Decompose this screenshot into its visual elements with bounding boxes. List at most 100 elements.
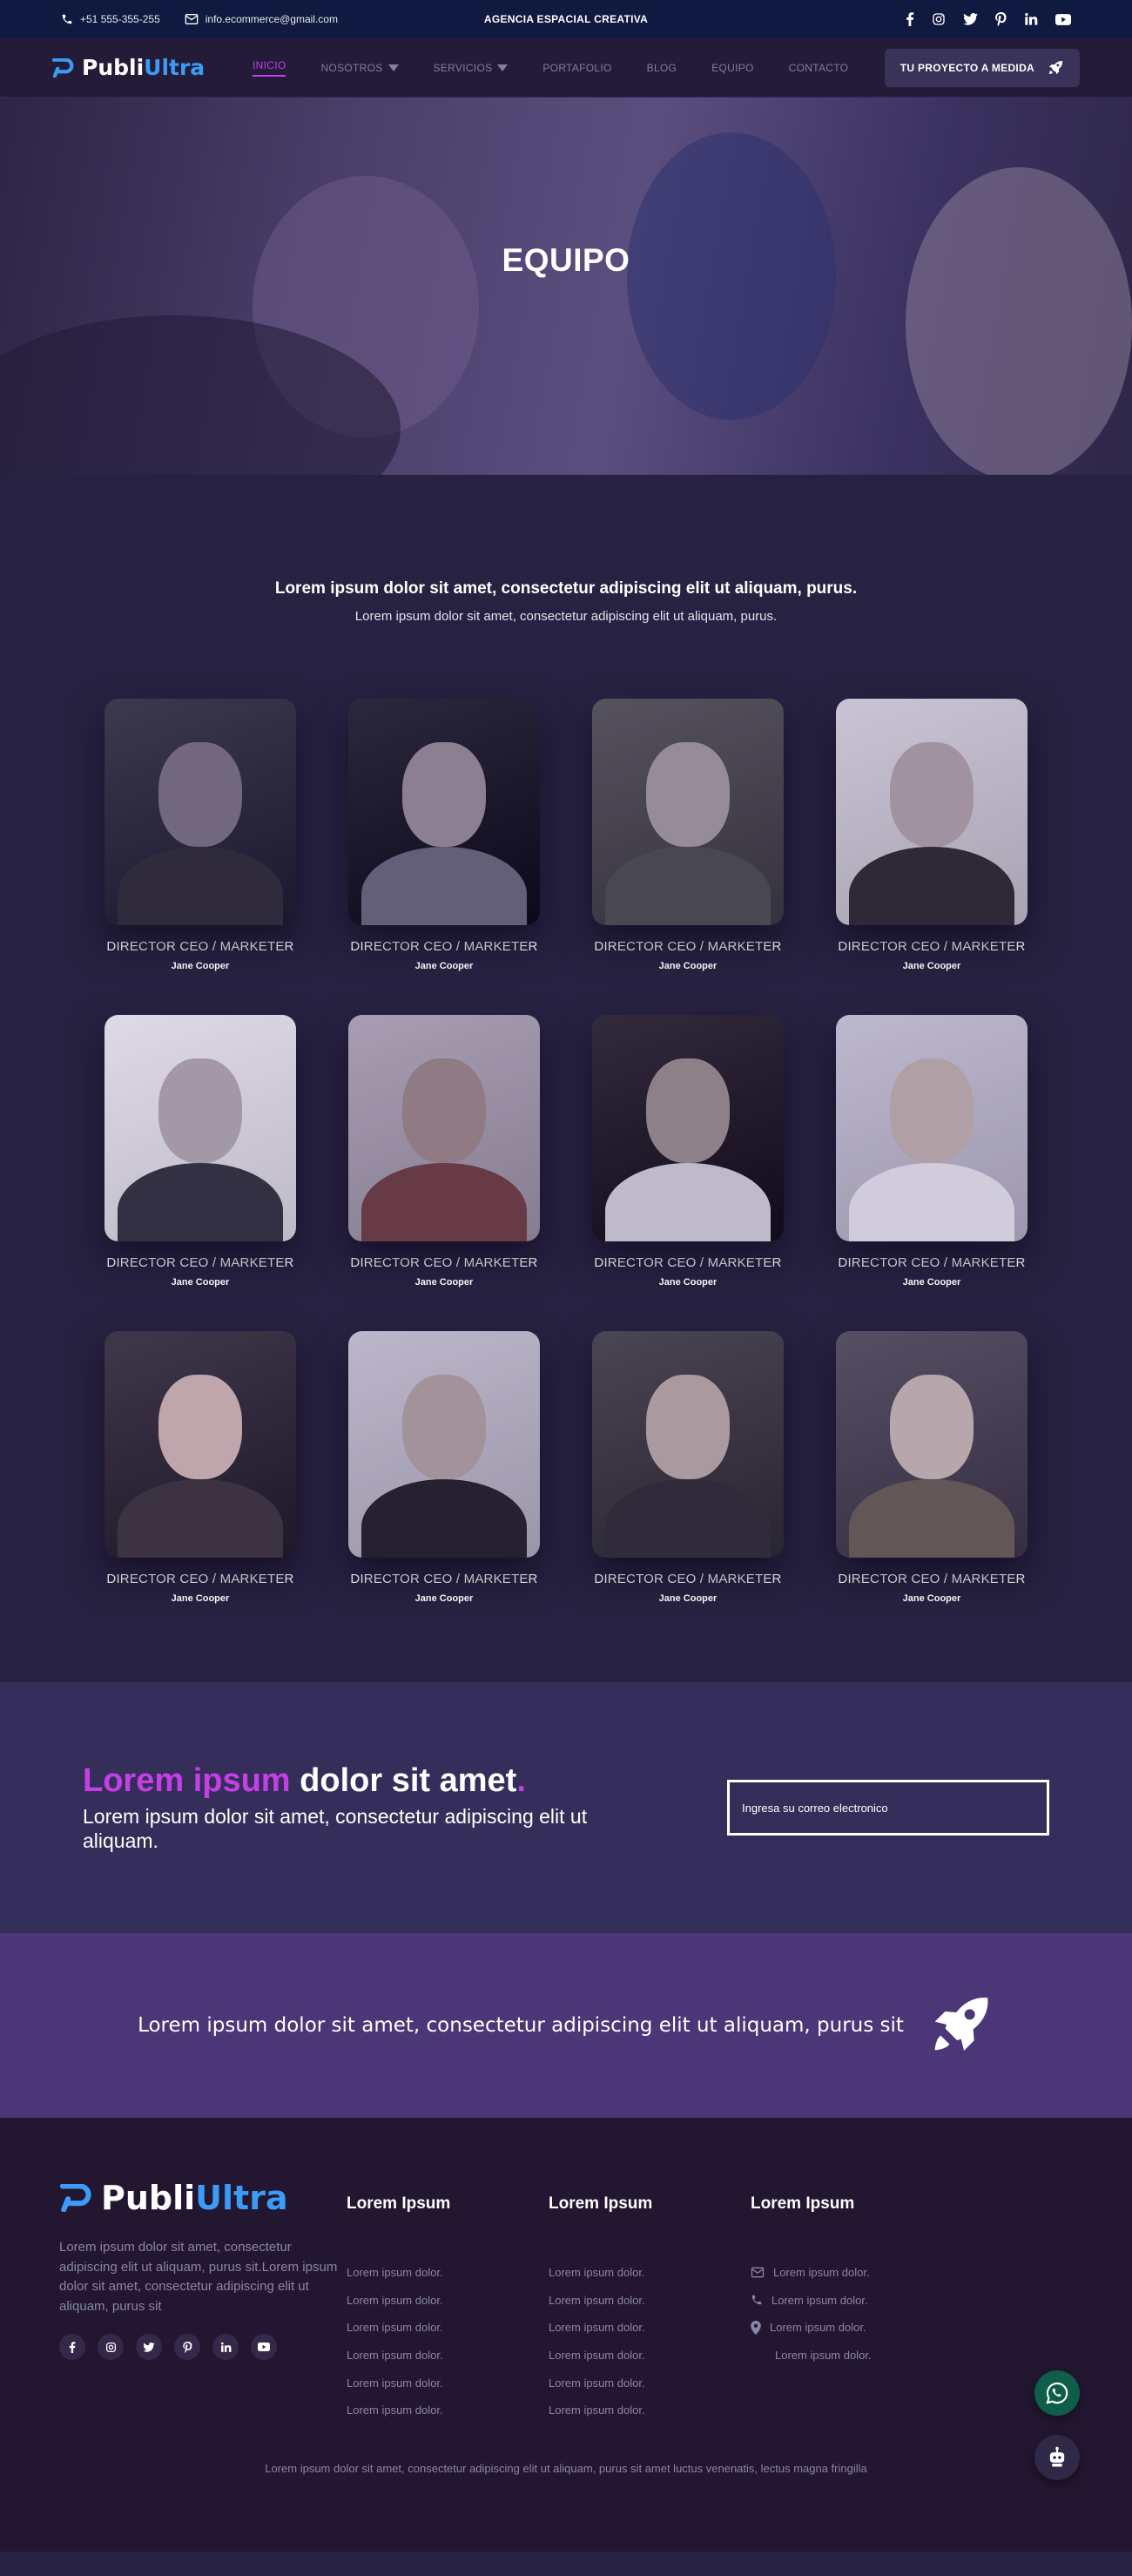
team-member-card[interactable]: DIRECTOR CEO / MARKETER Jane Cooper bbox=[104, 1331, 296, 1604]
team-member-card[interactable]: DIRECTOR CEO / MARKETER Jane Cooper bbox=[836, 1015, 1028, 1288]
promo-banner: Lorem ipsum dolor sit amet, consectetur … bbox=[0, 1933, 1132, 2118]
caret-down-icon bbox=[497, 64, 509, 71]
nav-item-blog[interactable]: BLOG bbox=[647, 62, 677, 74]
phone-icon bbox=[61, 13, 73, 25]
team-member-card[interactable]: DIRECTOR CEO / MARKETER Jane Cooper bbox=[104, 1015, 296, 1288]
hero-banner: EQUIPO bbox=[0, 98, 1132, 475]
hero-photo-backdrop bbox=[906, 167, 1132, 475]
newsletter-email-input[interactable]: Ingresa su correo electronico bbox=[727, 1780, 1049, 1836]
footer-about: PubliUltra Lorem ipsum dolor sit amet, c… bbox=[59, 2179, 347, 2424]
nav-menu: INICIO NOSOTROS SERVICIOS PORTAFOLIO BLO… bbox=[253, 59, 848, 77]
phone-contact[interactable]: +51 555-355-255 bbox=[61, 13, 160, 25]
team-member-card[interactable]: DIRECTOR CEO / MARKETER Jane Cooper bbox=[348, 699, 540, 971]
team-member-card[interactable]: DIRECTOR CEO / MARKETER Jane Cooper bbox=[836, 1331, 1028, 1604]
photo-tint bbox=[348, 699, 540, 925]
page-title: EQUIPO bbox=[502, 242, 630, 278]
photo-tint bbox=[104, 699, 296, 925]
footer-contact-text: Lorem ipsum dolor. bbox=[775, 2349, 872, 2363]
team-member-card[interactable]: DIRECTOR CEO / MARKETER Jane Cooper bbox=[836, 699, 1028, 971]
photo-tint bbox=[592, 699, 784, 925]
newsletter-section: Lorem ipsum dolor sit amet. Lorem ipsum … bbox=[0, 1682, 1132, 1933]
footer-column-2: Lorem Ipsum Lorem ipsum dolor. Lorem ipsu… bbox=[549, 2179, 751, 2424]
footer-link[interactable]: Lorem ipsum dolor. bbox=[347, 2342, 549, 2370]
custom-project-button[interactable]: TU PROYECTO A MEDIDA bbox=[884, 48, 1080, 87]
team-member-card[interactable]: DIRECTOR CEO / MARKETER Jane Cooper bbox=[348, 1331, 540, 1604]
footer-link[interactable]: Lorem ipsum dolor. bbox=[347, 2397, 549, 2424]
youtube-icon[interactable] bbox=[251, 2334, 277, 2360]
footer-contact-item[interactable]: Lorem ipsum dolor. bbox=[751, 2287, 953, 2315]
team-member-name: Jane Cooper bbox=[658, 1277, 718, 1288]
twitter-icon[interactable] bbox=[963, 13, 978, 25]
footer-link[interactable]: Lorem ipsum dolor. bbox=[549, 2314, 751, 2342]
footer-link[interactable]: Lorem ipsum dolor. bbox=[549, 2397, 751, 2424]
email-address: info.ecommerce@gmail.com bbox=[205, 13, 338, 25]
footer-column-title: Lorem Ipsum bbox=[751, 2194, 855, 2213]
team-member-photo bbox=[104, 699, 296, 925]
footer-link[interactable]: Lorem ipsum dolor. bbox=[549, 2259, 751, 2287]
publiultra-logo[interactable]: PubliUltra bbox=[52, 55, 253, 80]
nav-item-equipo[interactable]: EQUIPO bbox=[711, 62, 753, 74]
team-member-photo bbox=[836, 699, 1028, 925]
chatbot-button[interactable] bbox=[1034, 2435, 1080, 2480]
nav-item-contacto[interactable]: CONTACTO bbox=[789, 62, 849, 74]
twitter-icon[interactable] bbox=[136, 2334, 162, 2360]
footer-contact-text: Lorem ipsum dolor. bbox=[770, 2321, 866, 2335]
photo-tint bbox=[104, 1331, 296, 1558]
footer-contact-text: Lorem ipsum dolor. bbox=[773, 2266, 870, 2280]
footer-link[interactable]: Lorem ipsum dolor. bbox=[347, 2287, 549, 2315]
team-member-role: DIRECTOR CEO / MARKETER bbox=[106, 1572, 294, 1586]
footer-contact-item[interactable]: Lorem ipsum dolor. bbox=[751, 2259, 953, 2287]
nav-item-servicios[interactable]: SERVICIOS bbox=[434, 62, 509, 74]
instagram-icon[interactable] bbox=[98, 2334, 124, 2360]
team-grid: DIRECTOR CEO / MARKETER Jane Cooper DIRECT… bbox=[0, 699, 1132, 1604]
footer-column-title: Lorem Ipsum bbox=[347, 2194, 451, 2213]
footer-about-text: Lorem ipsum dolor sit amet, consectetur … bbox=[59, 2240, 338, 2314]
footer-link[interactable]: Lorem ipsum dolor. bbox=[549, 2342, 751, 2370]
footer-contact-list: Lorem ipsum dolor. Lorem ipsum dolor. Lo… bbox=[751, 2259, 953, 2369]
youtube-icon[interactable] bbox=[1055, 13, 1071, 25]
nav-item-portafolio[interactable]: PORTAFOLIO bbox=[542, 62, 611, 74]
footer-contact-item[interactable]: Lorem ipsum dolor. bbox=[751, 2342, 953, 2370]
linkedin-icon[interactable] bbox=[212, 2334, 239, 2360]
team-member-card[interactable]: DIRECTOR CEO / MARKETER Jane Cooper bbox=[592, 1331, 784, 1604]
phone-icon bbox=[751, 2294, 763, 2306]
team-member-name: Jane Cooper bbox=[171, 1277, 230, 1288]
team-member-card[interactable]: DIRECTOR CEO / MARKETER Jane Cooper bbox=[104, 699, 296, 971]
footer-link[interactable]: Lorem ipsum dolor. bbox=[549, 2287, 751, 2315]
team-member-card[interactable]: DIRECTOR CEO / MARKETER Jane Cooper bbox=[592, 699, 784, 971]
footer-contact-item[interactable]: Lorem ipsum dolor. bbox=[751, 2314, 953, 2342]
pinterest-icon[interactable] bbox=[995, 12, 1007, 26]
linkedin-icon[interactable] bbox=[1024, 12, 1038, 26]
team-member-name: Jane Cooper bbox=[414, 1277, 474, 1288]
footer-column-contact: Lorem Ipsum Lorem ipsum dolor. Lorem ips… bbox=[751, 2179, 953, 2424]
footer-link[interactable]: Lorem ipsum dolor. bbox=[549, 2369, 751, 2397]
instagram-icon[interactable] bbox=[932, 12, 946, 26]
rocket-icon bbox=[925, 1991, 994, 2060]
footer-link-list: Lorem ipsum dolor. Lorem ipsum dolor. Lore… bbox=[347, 2259, 549, 2424]
team-member-card[interactable]: DIRECTOR CEO / MARKETER Jane Cooper bbox=[592, 1015, 784, 1288]
pinterest-icon[interactable] bbox=[174, 2334, 200, 2360]
team-member-card[interactable]: DIRECTOR CEO / MARKETER Jane Cooper bbox=[348, 1015, 540, 1288]
team-member-role: DIRECTOR CEO / MARKETER bbox=[106, 1255, 294, 1270]
footer-column-title: Lorem Ipsum bbox=[549, 2194, 653, 2213]
logo-p-mark-icon bbox=[59, 2184, 94, 2212]
footer-logo[interactable]: PubliUltra bbox=[59, 2179, 347, 2217]
team-member-photo bbox=[836, 1331, 1028, 1558]
footer-link[interactable]: Lorem ipsum dolor. bbox=[347, 2259, 549, 2287]
footer: PubliUltra Lorem ipsum dolor sit amet, c… bbox=[0, 2118, 1132, 2552]
facebook-icon[interactable] bbox=[59, 2334, 85, 2360]
email-contact[interactable]: info.ecommerce@gmail.com bbox=[185, 13, 338, 25]
photo-tint bbox=[592, 1331, 784, 1558]
footer-link[interactable]: Lorem ipsum dolor. bbox=[347, 2314, 549, 2342]
mail-icon bbox=[751, 2267, 765, 2278]
team-member-photo bbox=[348, 1015, 540, 1241]
nav-item-inicio[interactable]: INICIO bbox=[253, 59, 286, 77]
nav-item-nosotros[interactable]: NOSOTROS bbox=[320, 62, 399, 74]
footer-link[interactable]: Lorem ipsum dolor. bbox=[347, 2369, 549, 2397]
team-member-name: Jane Cooper bbox=[171, 961, 230, 971]
robot-icon bbox=[1045, 2445, 1069, 2470]
team-member-photo bbox=[348, 699, 540, 925]
facebook-icon[interactable] bbox=[906, 12, 914, 26]
team-member-name: Jane Cooper bbox=[902, 1593, 961, 1604]
whatsapp-button[interactable] bbox=[1034, 2370, 1080, 2416]
